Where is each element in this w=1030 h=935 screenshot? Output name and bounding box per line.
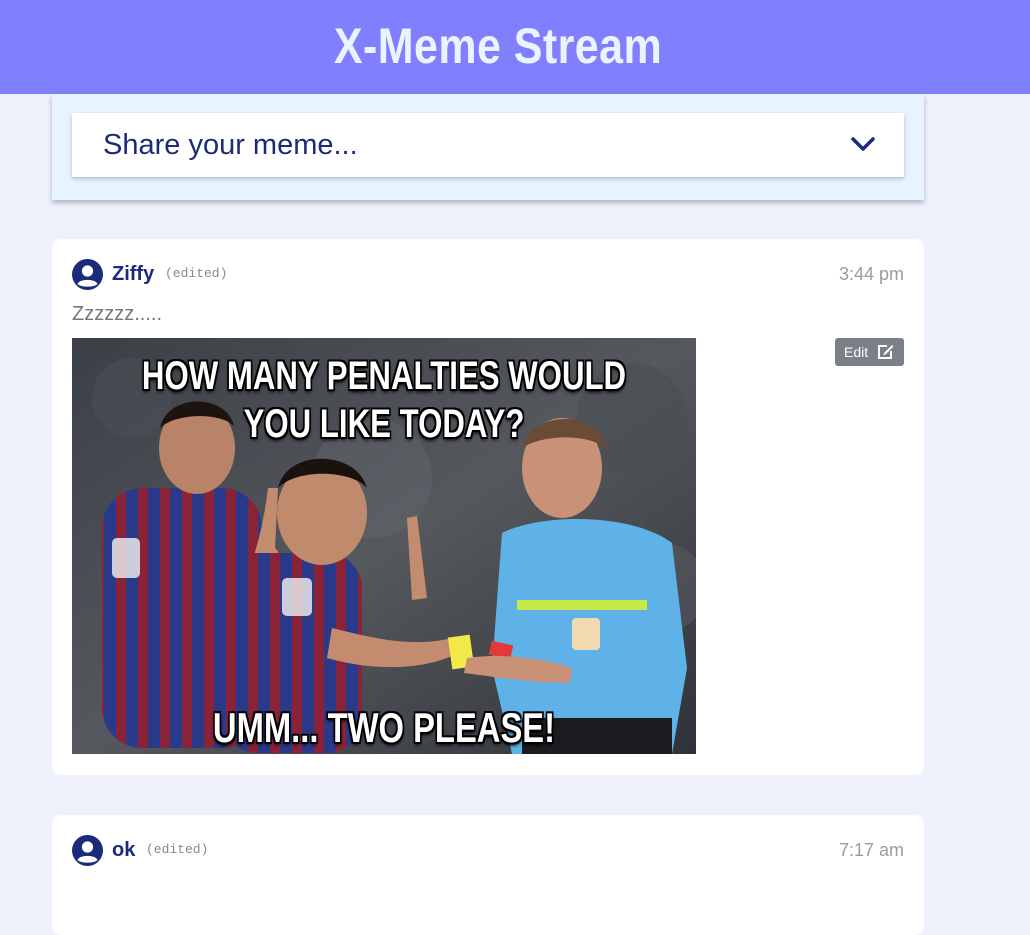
post-author: ok	[112, 839, 136, 861]
share-meme-toggle[interactable]: Share your meme...	[72, 113, 904, 177]
app-header: X-Meme Stream	[0, 0, 1030, 94]
share-panel: Share your meme...	[52, 94, 924, 200]
app-title: X-Meme Stream	[333, 18, 663, 74]
edited-tag: (edited)	[146, 842, 209, 857]
edit-label: Edit	[844, 344, 869, 360]
post-author: Ziffy	[112, 263, 155, 285]
meme-bottom-text: UMM... TWO PLEASE!	[212, 704, 556, 751]
post-time: 3:44 pm	[838, 264, 904, 284]
user-avatar-icon	[72, 835, 103, 866]
edit-button[interactable]: Edit	[835, 338, 904, 366]
meme-top-text: HOW MANY PENALTIES WOULD YOU LIKE TODAY?	[141, 354, 627, 446]
chevron-down-icon	[851, 137, 875, 151]
meme-image: HOW MANY PENALTIES WOULD YOU LIKE TODAY?…	[72, 338, 696, 754]
post-time: 7:17 am	[838, 840, 904, 860]
meme-post: Ziffy (edited) 3:44 pm Zzzzzz..... HOW M…	[52, 239, 924, 775]
edit-icon	[878, 345, 894, 359]
meme-post: ok (edited) 7:17 am	[52, 815, 924, 935]
edited-tag: (edited)	[165, 266, 228, 281]
share-meme-label: Share your meme...	[103, 129, 358, 161]
post-caption: Zzzzzz.....	[72, 303, 162, 325]
user-avatar-icon	[72, 259, 103, 290]
